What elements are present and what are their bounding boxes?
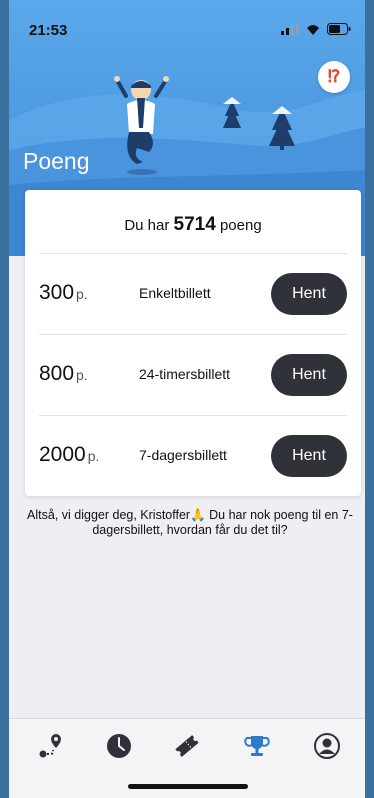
points-balance: Du har 5714 poeng bbox=[124, 214, 262, 235]
app-screen: 21:53 ⁉ Poeng Du har 5714 poeng 300 p. E… bbox=[9, 0, 365, 798]
points-card: Du har 5714 poeng 300 p. Enkeltbillett He… bbox=[25, 190, 361, 496]
wifi-icon bbox=[307, 25, 319, 35]
reward-name: 24-timersbillett bbox=[139, 366, 231, 382]
redeem-single-ticket-button[interactable]: Hent bbox=[271, 273, 347, 315]
reward-points: 800 p. bbox=[39, 362, 88, 385]
tab-route[interactable] bbox=[31, 729, 71, 763]
battery-icon bbox=[327, 23, 351, 35]
redeem-24h-ticket-button[interactable]: Hent bbox=[271, 354, 347, 396]
reward-points: 300 p. bbox=[39, 281, 88, 304]
tab-bar bbox=[9, 718, 365, 798]
alert-button[interactable]: ⁉ bbox=[318, 61, 350, 93]
points-value: 5714 bbox=[173, 214, 216, 235]
ticket-icon bbox=[175, 735, 199, 757]
clock-icon bbox=[107, 734, 131, 758]
route-icon bbox=[39, 734, 61, 758]
tab-history[interactable] bbox=[99, 729, 139, 763]
tab-points[interactable] bbox=[237, 729, 277, 763]
reward-row: 300 p. Enkeltbillett Hent bbox=[25, 253, 361, 335]
reward-name: Enkeltbillett bbox=[139, 285, 211, 301]
cellular-signal-icon bbox=[281, 23, 299, 35]
tab-tickets[interactable] bbox=[167, 729, 207, 763]
status-time: 21:53 bbox=[29, 22, 68, 39]
tab-profile[interactable] bbox=[307, 729, 347, 763]
encouragement-message: Altså, vi digger deg, Kristoffer🙏 Du har… bbox=[27, 508, 353, 537]
reward-points: 2000 p. bbox=[39, 443, 100, 466]
profile-icon bbox=[314, 733, 340, 759]
reward-name: 7-dagersbillett bbox=[139, 447, 227, 463]
redeem-7day-ticket-button[interactable]: Hent bbox=[271, 435, 347, 477]
page-title: Poeng bbox=[23, 148, 90, 174]
status-bar: 21:53 bbox=[9, 0, 365, 46]
home-indicator bbox=[128, 784, 248, 789]
reward-row: 800 p. 24-timersbillett Hent bbox=[25, 334, 361, 416]
reward-row: 2000 p. 7-dagersbillett Hent bbox=[25, 415, 361, 497]
trophy-icon bbox=[244, 736, 270, 756]
